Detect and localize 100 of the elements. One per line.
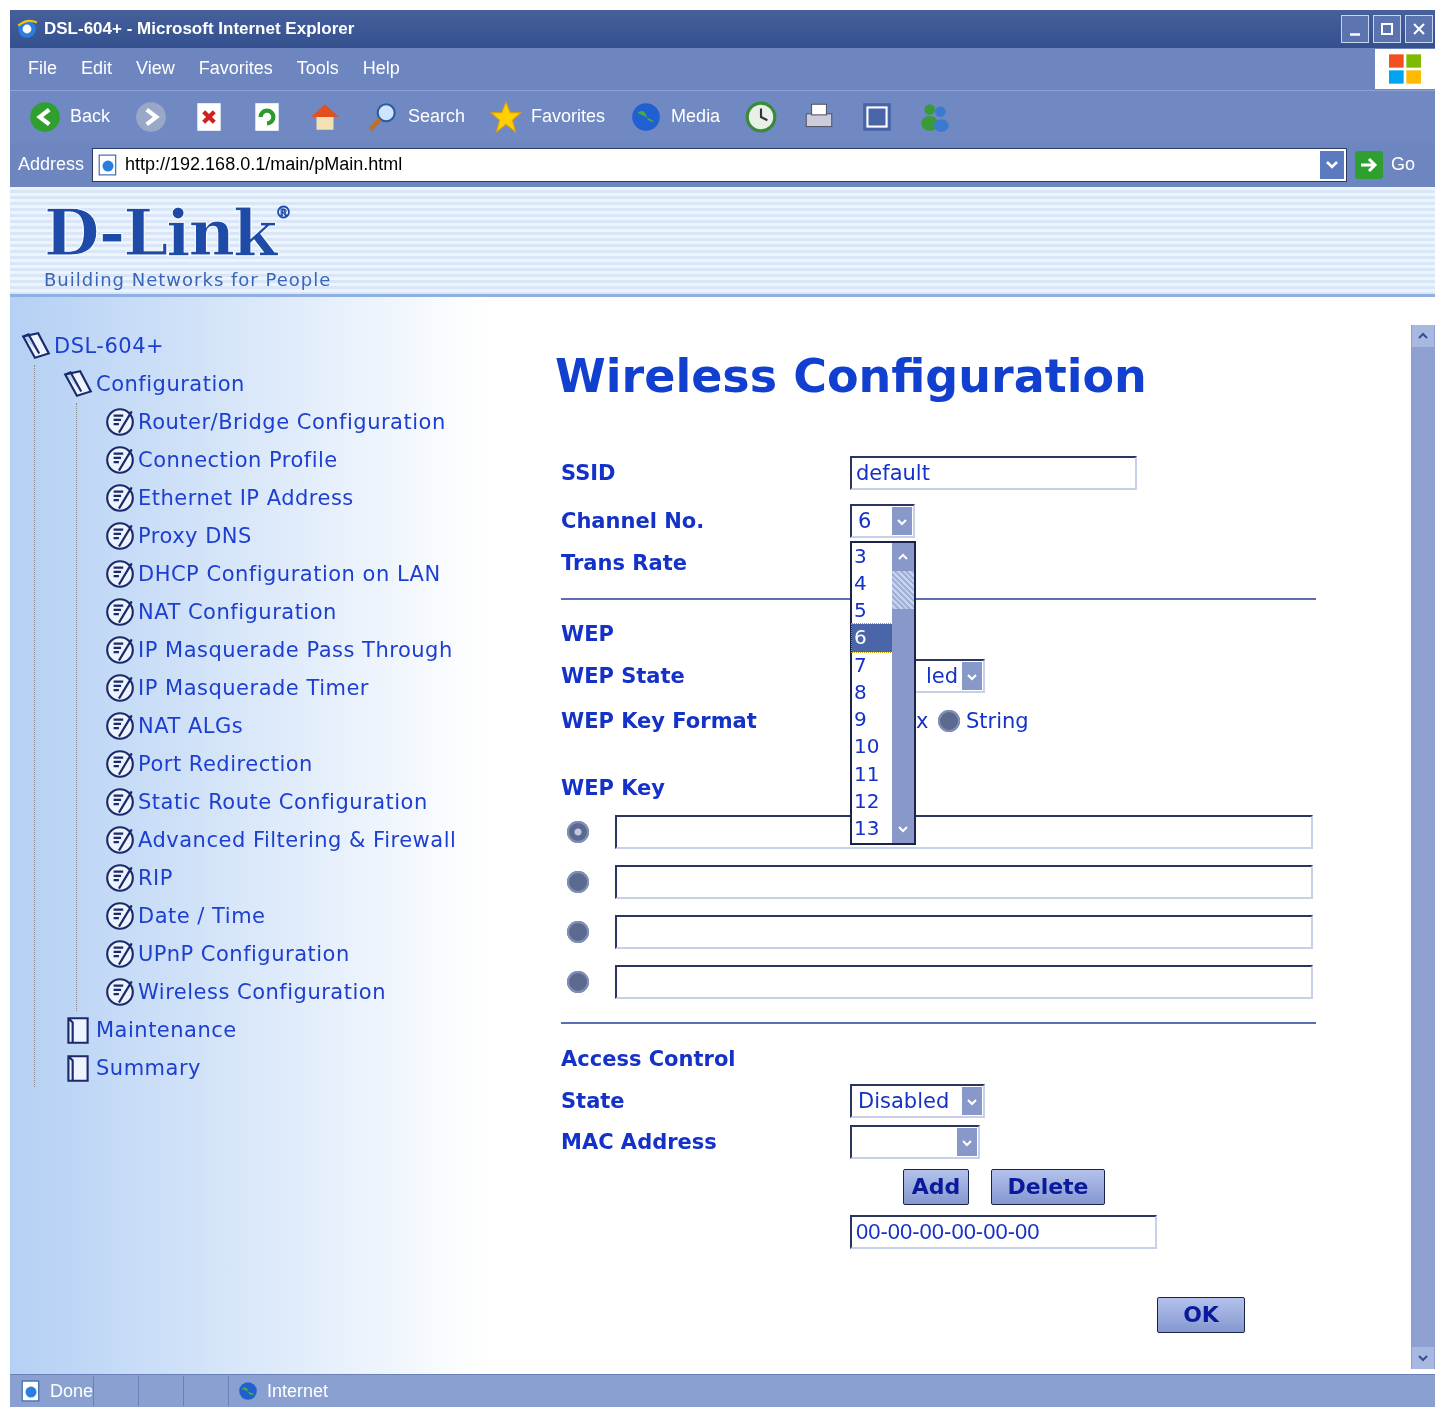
field-label: WEP Key Format bbox=[561, 708, 758, 733]
document-pen-icon bbox=[104, 595, 136, 628]
favorites-button[interactable]: Favorites bbox=[481, 97, 614, 136]
tree-item[interactable]: Router/Bridge Configuration bbox=[104, 402, 540, 441]
radio-label: x bbox=[916, 708, 930, 733]
globe-icon bbox=[237, 1380, 260, 1403]
tree-item[interactable]: UPnP Configuration bbox=[104, 934, 540, 973]
dropdown-option[interactable]: 12 bbox=[852, 788, 892, 816]
tree-item[interactable]: Summary bbox=[62, 1048, 540, 1087]
star-icon bbox=[489, 99, 524, 134]
back-button[interactable]: Back bbox=[20, 97, 119, 136]
tree-item[interactable]: Static Route Configuration bbox=[104, 782, 540, 821]
dropdown-option[interactable]: 3 bbox=[852, 542, 892, 570]
page-title: Wireless Configuration bbox=[555, 347, 1148, 405]
tree-item[interactable]: Configuration bbox=[62, 364, 540, 403]
section-heading: Access Control bbox=[561, 1046, 737, 1071]
document-pen-icon bbox=[104, 937, 136, 970]
dropdown-option[interactable]: 5 bbox=[852, 597, 892, 625]
ssid-field[interactable]: default bbox=[850, 455, 1137, 490]
window-title: DSL-604+ - Microsoft Internet Explorer bbox=[44, 18, 355, 39]
scroll-thumb[interactable] bbox=[892, 570, 914, 609]
key-field[interactable] bbox=[615, 914, 1313, 949]
tree-item[interactable]: IP Masquerade Pass Through bbox=[104, 630, 540, 669]
document-pen-icon bbox=[104, 671, 136, 704]
dropdown-option[interactable]: 6 bbox=[852, 624, 892, 652]
field-label: SSID bbox=[561, 460, 617, 485]
field-label: MAC Address bbox=[561, 1129, 718, 1154]
go-button[interactable]: Go bbox=[1355, 150, 1435, 179]
menu-item[interactable]: Edit bbox=[71, 58, 127, 80]
radio-button[interactable] bbox=[567, 820, 589, 843]
menu-item[interactable]: Favorites bbox=[188, 58, 287, 80]
scroll-down-icon[interactable] bbox=[1411, 1347, 1435, 1370]
key-field[interactable] bbox=[615, 964, 1313, 999]
document-pen-icon bbox=[104, 823, 136, 856]
tree-item[interactable]: Advanced Filtering & Firewall bbox=[104, 820, 540, 859]
radio-button[interactable] bbox=[567, 920, 589, 943]
document-pen-icon bbox=[104, 633, 136, 666]
dropdown-option[interactable]: 11 bbox=[852, 760, 892, 788]
document-pen-icon bbox=[104, 785, 136, 818]
search-button[interactable]: Search bbox=[358, 97, 474, 136]
menu-item[interactable]: View bbox=[126, 58, 189, 80]
radio-button[interactable] bbox=[938, 709, 960, 732]
address-label: Address bbox=[18, 154, 85, 176]
field-label: WEP Key bbox=[561, 775, 667, 800]
menu-item[interactable]: File bbox=[18, 58, 71, 80]
tree-item[interactable]: RIP bbox=[104, 858, 540, 897]
menu-item[interactable]: Tools bbox=[286, 58, 353, 80]
dropdown-option[interactable]: 13 bbox=[852, 815, 892, 843]
add-button[interactable]: Add bbox=[903, 1168, 969, 1205]
document-pen-icon bbox=[104, 861, 136, 894]
tree-item[interactable]: Date / Time bbox=[104, 896, 540, 935]
close-button[interactable] bbox=[1405, 14, 1433, 43]
mac-field[interactable]: 00-00-00-00-00-00 bbox=[850, 1214, 1157, 1249]
scrollbar[interactable] bbox=[1411, 324, 1435, 1370]
minimize-button[interactable] bbox=[1341, 14, 1369, 43]
delete-button[interactable]: Delete bbox=[991, 1168, 1105, 1205]
tree-item[interactable]: DHCP Configuration on LAN bbox=[104, 554, 540, 593]
maximize-icon bbox=[1380, 21, 1394, 36]
radio-button[interactable] bbox=[567, 970, 589, 993]
document-pen-icon bbox=[104, 443, 136, 476]
field-label: WEP State bbox=[561, 663, 686, 688]
radio-button[interactable] bbox=[567, 870, 589, 893]
dropdown-option[interactable]: 9 bbox=[852, 706, 892, 734]
channel-select[interactable]: 6 bbox=[850, 503, 915, 538]
section-heading: WEP bbox=[561, 621, 615, 646]
state-select[interactable]: Disabled bbox=[850, 1083, 985, 1118]
tagline: Building Networks for People bbox=[44, 268, 333, 290]
dropdown-option[interactable]: 4 bbox=[852, 569, 892, 598]
scroll-up-icon[interactable] bbox=[1411, 324, 1435, 347]
document-pen-icon bbox=[104, 557, 136, 590]
document-pen-icon bbox=[104, 519, 136, 552]
menu-item[interactable]: Help bbox=[352, 58, 414, 80]
tree-item[interactable]: IP Masquerade Timer bbox=[104, 668, 540, 707]
logo: D-Link bbox=[44, 196, 276, 269]
tree-item[interactable]: Wireless Configuration bbox=[104, 972, 540, 1011]
key-field[interactable] bbox=[615, 864, 1313, 899]
key-field[interactable] bbox=[615, 814, 1313, 849]
tree-item[interactable]: Proxy DNS bbox=[104, 516, 540, 555]
ok-button[interactable]: OK bbox=[1157, 1296, 1245, 1333]
tree-item[interactable]: Ethernet IP Address bbox=[104, 478, 540, 517]
document-pen-icon bbox=[104, 899, 136, 932]
windows-logo-icon bbox=[1375, 48, 1435, 89]
document-pen-icon bbox=[104, 405, 136, 438]
document-pen-icon bbox=[104, 975, 136, 1008]
field-label: Channel No. bbox=[561, 508, 706, 533]
mac-select[interactable] bbox=[850, 1124, 980, 1159]
tree-item[interactable]: Connection Profile bbox=[104, 440, 540, 479]
tree-item[interactable]: NAT Configuration bbox=[104, 592, 540, 631]
tree-item[interactable]: Port Redirection bbox=[104, 744, 540, 783]
tree-item[interactable]: DSL-604+ bbox=[20, 326, 540, 365]
field-label: Trans Rate bbox=[561, 550, 688, 575]
address-field[interactable]: http://192.168.0.1/main/pMain.html bbox=[92, 147, 1347, 182]
tree-item[interactable]: NAT ALGs bbox=[104, 706, 540, 745]
dropdown-option[interactable]: 10 bbox=[852, 733, 892, 761]
page-icon bbox=[20, 1380, 42, 1403]
history-icon bbox=[744, 99, 779, 134]
media-button[interactable]: Media bbox=[621, 97, 729, 136]
maximize-button[interactable] bbox=[1373, 14, 1401, 43]
tree-item[interactable]: Maintenance bbox=[62, 1010, 540, 1049]
document-pen-icon bbox=[104, 709, 136, 742]
